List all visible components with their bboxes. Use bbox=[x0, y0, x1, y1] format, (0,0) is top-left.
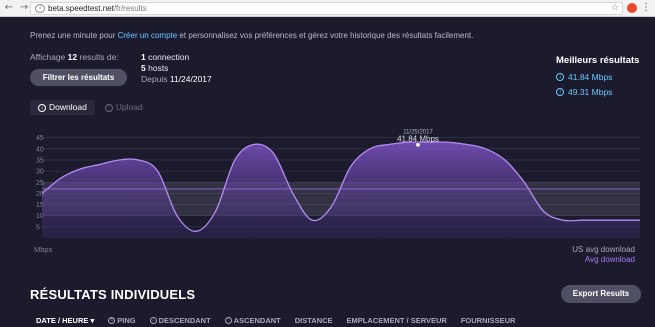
chart-unit: Mbps bbox=[34, 245, 53, 254]
prompt-after: et personnalisez vos préférences et gére… bbox=[177, 31, 474, 40]
column-provider[interactable]: FOURNISSEUR bbox=[461, 316, 516, 325]
url-text: beta.speedtest.net/fr/results bbox=[48, 4, 147, 13]
column-provider-label: FOURNISSEUR bbox=[460, 316, 516, 325]
best-results-title: Meilleurs résultats bbox=[556, 55, 640, 66]
upload-arrow-icon: ↑ bbox=[556, 88, 564, 96]
account-prompt: Prenez une minute pour Créer un compte e… bbox=[30, 31, 473, 40]
speed-chart-svg: 5101520253035404511/25/201741.84 Mbps bbox=[36, 130, 641, 238]
chart-legend: US avg download Avg download bbox=[572, 245, 635, 265]
forward-icon[interactable]: → bbox=[18, 2, 30, 14]
column-server-label: EMPLACEMENT / SERVEUR bbox=[346, 316, 447, 325]
legend-us-avg: US avg download bbox=[572, 245, 635, 254]
best-download: ↓ 41.84 Mbps bbox=[556, 72, 639, 82]
best-download-value: 41.84 Mbps bbox=[568, 72, 613, 82]
column-ping[interactable]: ≈ PING bbox=[108, 316, 136, 325]
ping-icon: ≈ bbox=[108, 317, 116, 324]
address-bar[interactable]: i beta.speedtest.net/fr/results bbox=[30, 2, 623, 15]
y-tick-label: 30 bbox=[36, 169, 44, 176]
upload-col-icon: ↑ bbox=[224, 317, 232, 324]
connection-count: 1 bbox=[141, 52, 146, 62]
connection-label: connection bbox=[148, 52, 190, 62]
hosts-count: 5 bbox=[141, 63, 146, 73]
column-download[interactable]: ↓ DESCENDANT bbox=[149, 316, 211, 325]
column-distance[interactable]: DISTANCE bbox=[295, 316, 333, 325]
url-host: beta.speedtest.net bbox=[48, 4, 114, 13]
hosts-label: hosts bbox=[148, 63, 169, 73]
column-server[interactable]: EMPLACEMENT / SERVEUR bbox=[347, 316, 447, 325]
filter-results-button[interactable]: Filtrer les résultats bbox=[30, 69, 127, 86]
best-results: Meilleurs résultats ↓ 41.84 Mbps ↑ 49.31 M… bbox=[556, 55, 639, 97]
best-upload-value: 49.31 Mbps bbox=[568, 87, 613, 97]
column-ping-label: PING bbox=[117, 316, 136, 325]
column-distance-label: DISTANCE bbox=[294, 316, 333, 325]
bookmark-star-icon[interactable]: ☆ bbox=[611, 3, 619, 13]
since-date: 11/24/2017 bbox=[169, 74, 212, 84]
since-label: Depuis bbox=[141, 74, 168, 84]
download-arrow-icon: ↓ bbox=[556, 73, 564, 81]
results-title: RÉSULTATS INDIVIDUELS bbox=[30, 287, 196, 302]
column-upload[interactable]: ↑ ASCENDANT bbox=[224, 316, 281, 325]
speed-chart: 5 10 15 20 25 30 35 40 45 11/25/2017 41.84 Mbps bbox=[0, 113, 655, 258]
legend-avg: Avg download bbox=[584, 255, 635, 264]
best-upload: ↑ 49.31 Mbps bbox=[556, 87, 639, 97]
url-path: /fr/results bbox=[113, 4, 147, 13]
column-date-label: DATE / HEURE bbox=[36, 316, 89, 325]
y-tick-label: 45 bbox=[36, 135, 44, 142]
connection-summary: 1 connection 5 hosts Depuis 11/24/2017 bbox=[141, 52, 212, 85]
create-account-link[interactable]: Créer un compte bbox=[118, 31, 178, 40]
download-col-icon: ↓ bbox=[149, 317, 157, 324]
back-icon[interactable]: ← bbox=[3, 2, 15, 14]
sort-down-icon: ▾ bbox=[90, 316, 95, 325]
column-date[interactable]: DATE / HEURE ▾ bbox=[36, 316, 94, 325]
y-tick-label: 35 bbox=[36, 157, 44, 164]
info-icon[interactable]: i bbox=[35, 4, 45, 13]
export-results-button[interactable]: Export Results bbox=[561, 285, 641, 303]
y-tick-label: 40 bbox=[36, 146, 44, 153]
display-label: Affichage bbox=[30, 52, 66, 62]
prompt-before: Prenez une minute pour bbox=[30, 31, 118, 40]
y-tick-label: 5 bbox=[36, 224, 40, 231]
results-columns: DATE / HEURE ▾ ≈ PING ↓ DESCENDANT ↑ ASCEND… bbox=[36, 316, 529, 325]
extension-icon[interactable] bbox=[627, 3, 637, 13]
upload-icon: ↑ bbox=[104, 103, 113, 112]
display-suffix: results de: bbox=[79, 52, 119, 62]
browser-menu-icon[interactable]: ⋮ bbox=[641, 2, 651, 13]
annotation-value: 41.84 Mbps bbox=[397, 135, 439, 144]
column-upload-label: ASCENDANT bbox=[233, 316, 281, 325]
column-download-label: DESCENDANT bbox=[158, 316, 211, 325]
download-icon: ↓ bbox=[38, 103, 46, 112]
results-count: Affichage 12 results de: bbox=[30, 52, 119, 62]
display-count: 12 bbox=[67, 52, 78, 62]
browser-toolbar: ← → i beta.speedtest.net/fr/results ☆ ⋮ bbox=[0, 0, 655, 17]
